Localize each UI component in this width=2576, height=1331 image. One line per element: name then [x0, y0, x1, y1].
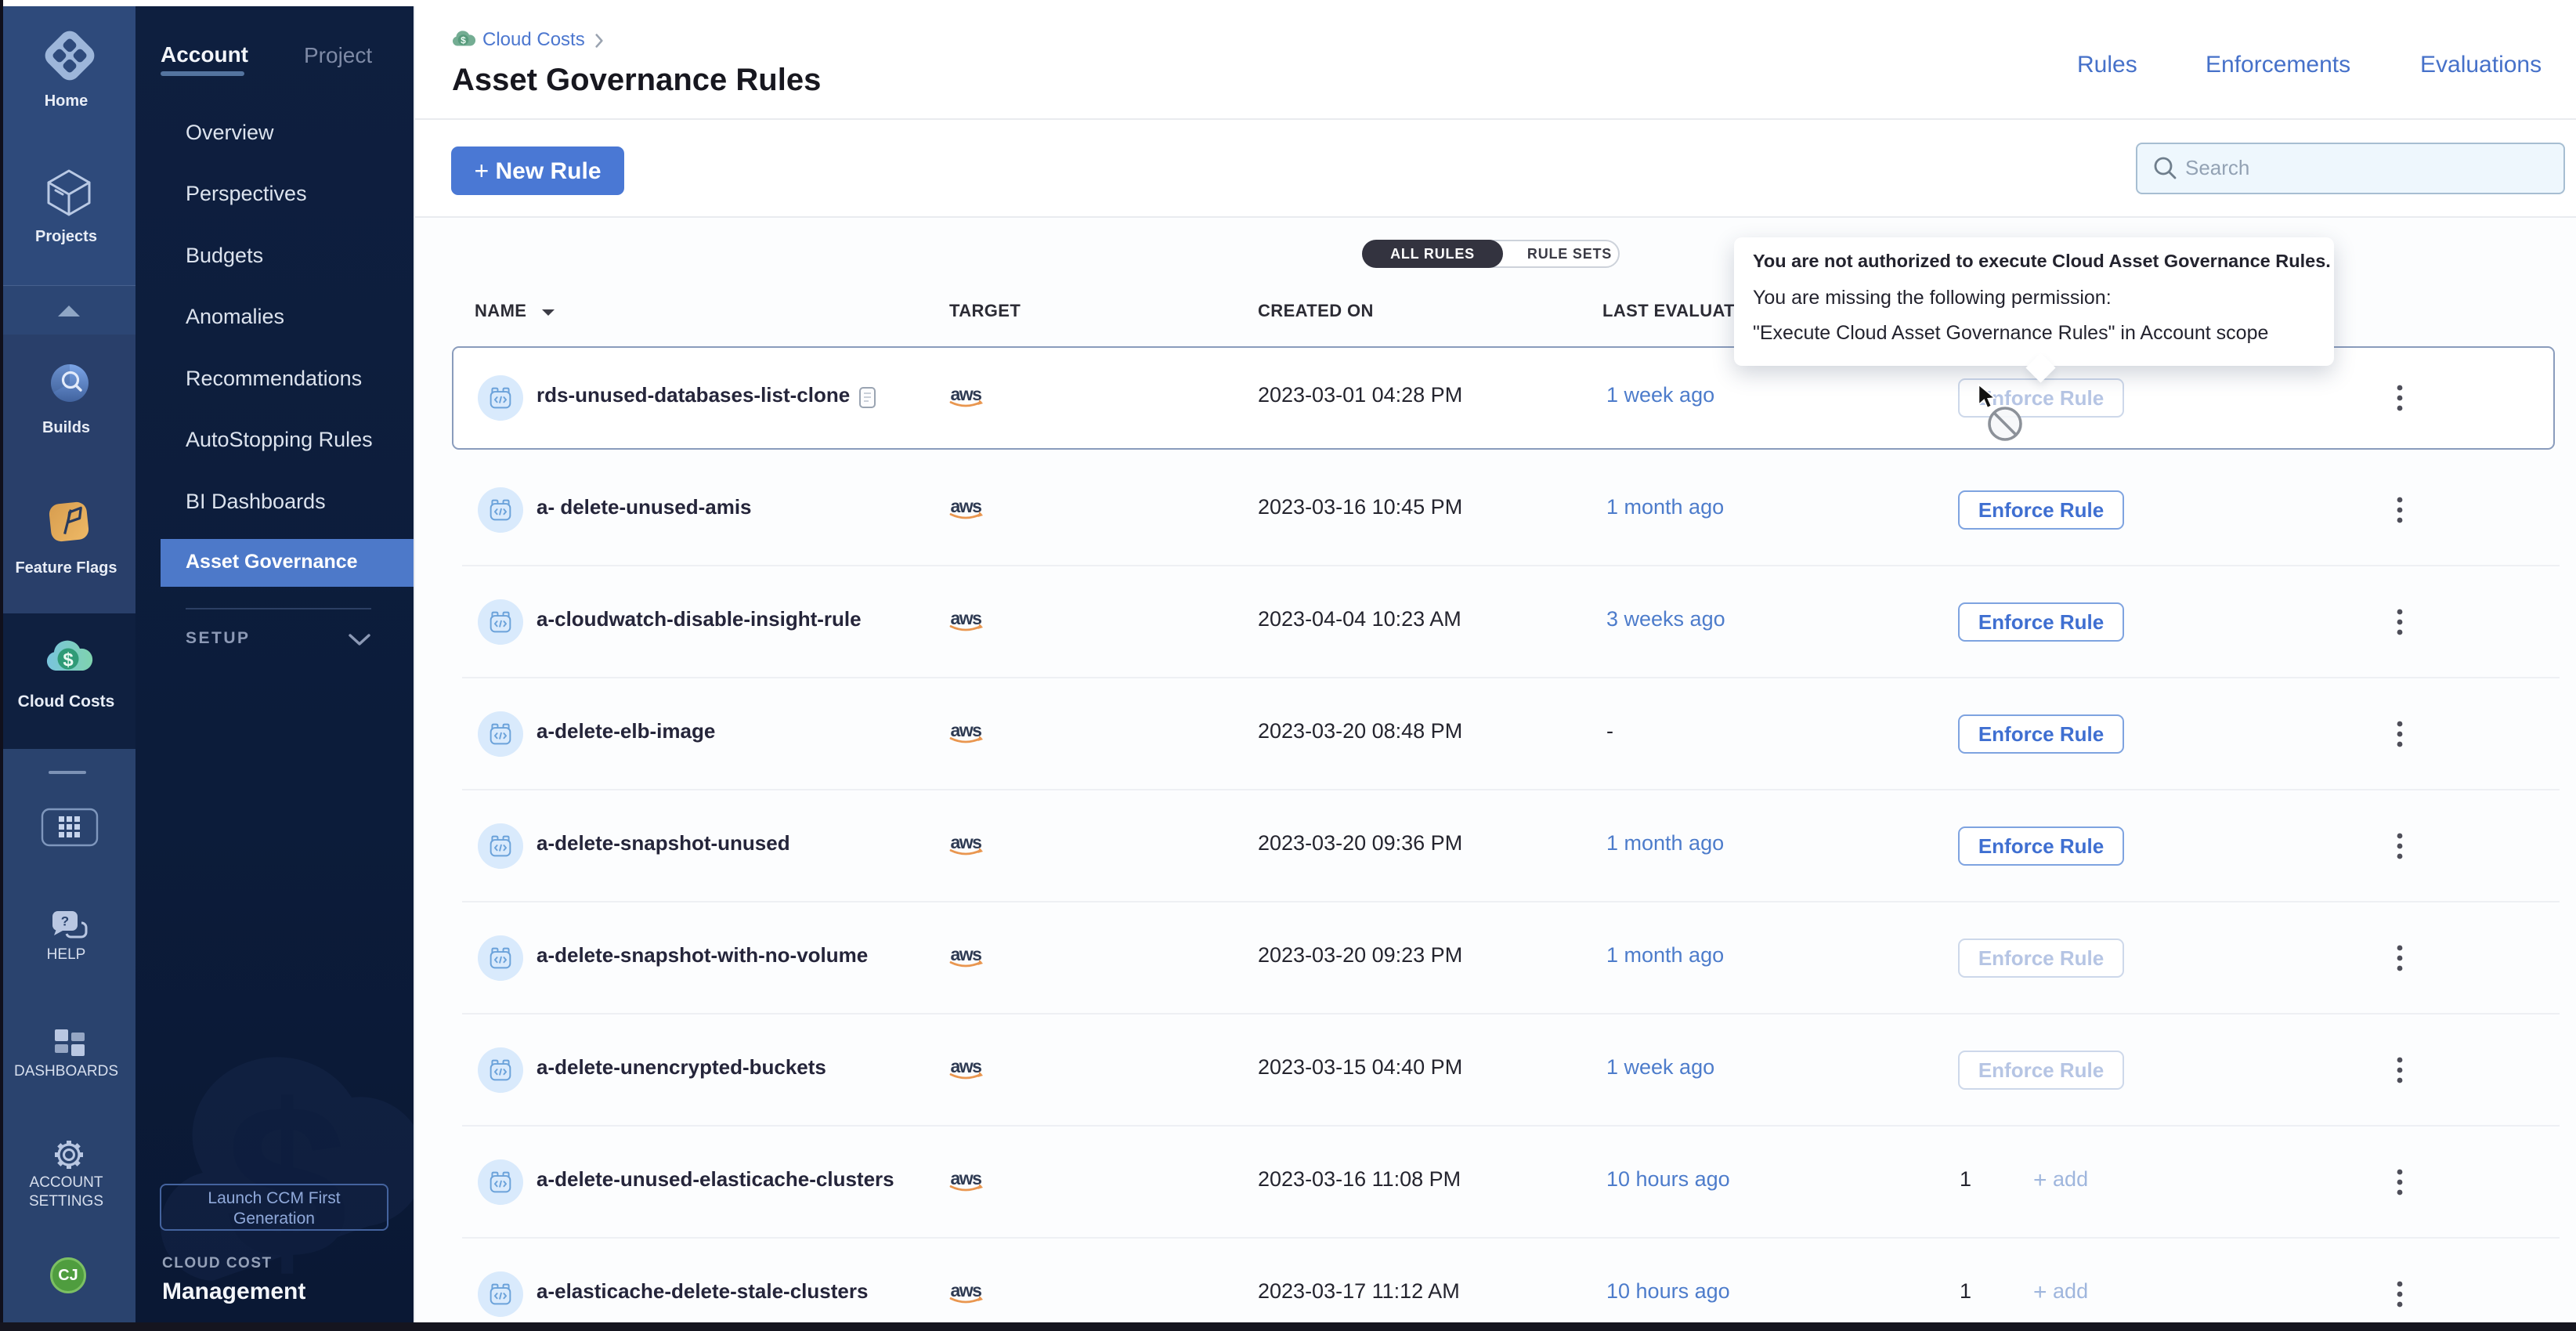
svg-text:aws: aws [951, 496, 982, 516]
svg-text:aws: aws [951, 944, 982, 964]
svg-text:aws: aws [951, 832, 982, 852]
svg-text:$: $ [461, 35, 466, 46]
svg-text:?: ? [61, 914, 69, 929]
svg-text:aws: aws [951, 384, 982, 404]
svg-text:aws: aws [951, 1056, 982, 1076]
svg-text:aws: aws [951, 720, 982, 740]
svg-text:aws: aws [951, 1280, 982, 1300]
svg-text:$: $ [63, 649, 74, 671]
svg-text:aws: aws [951, 1168, 982, 1188]
svg-text:aws: aws [951, 608, 982, 628]
